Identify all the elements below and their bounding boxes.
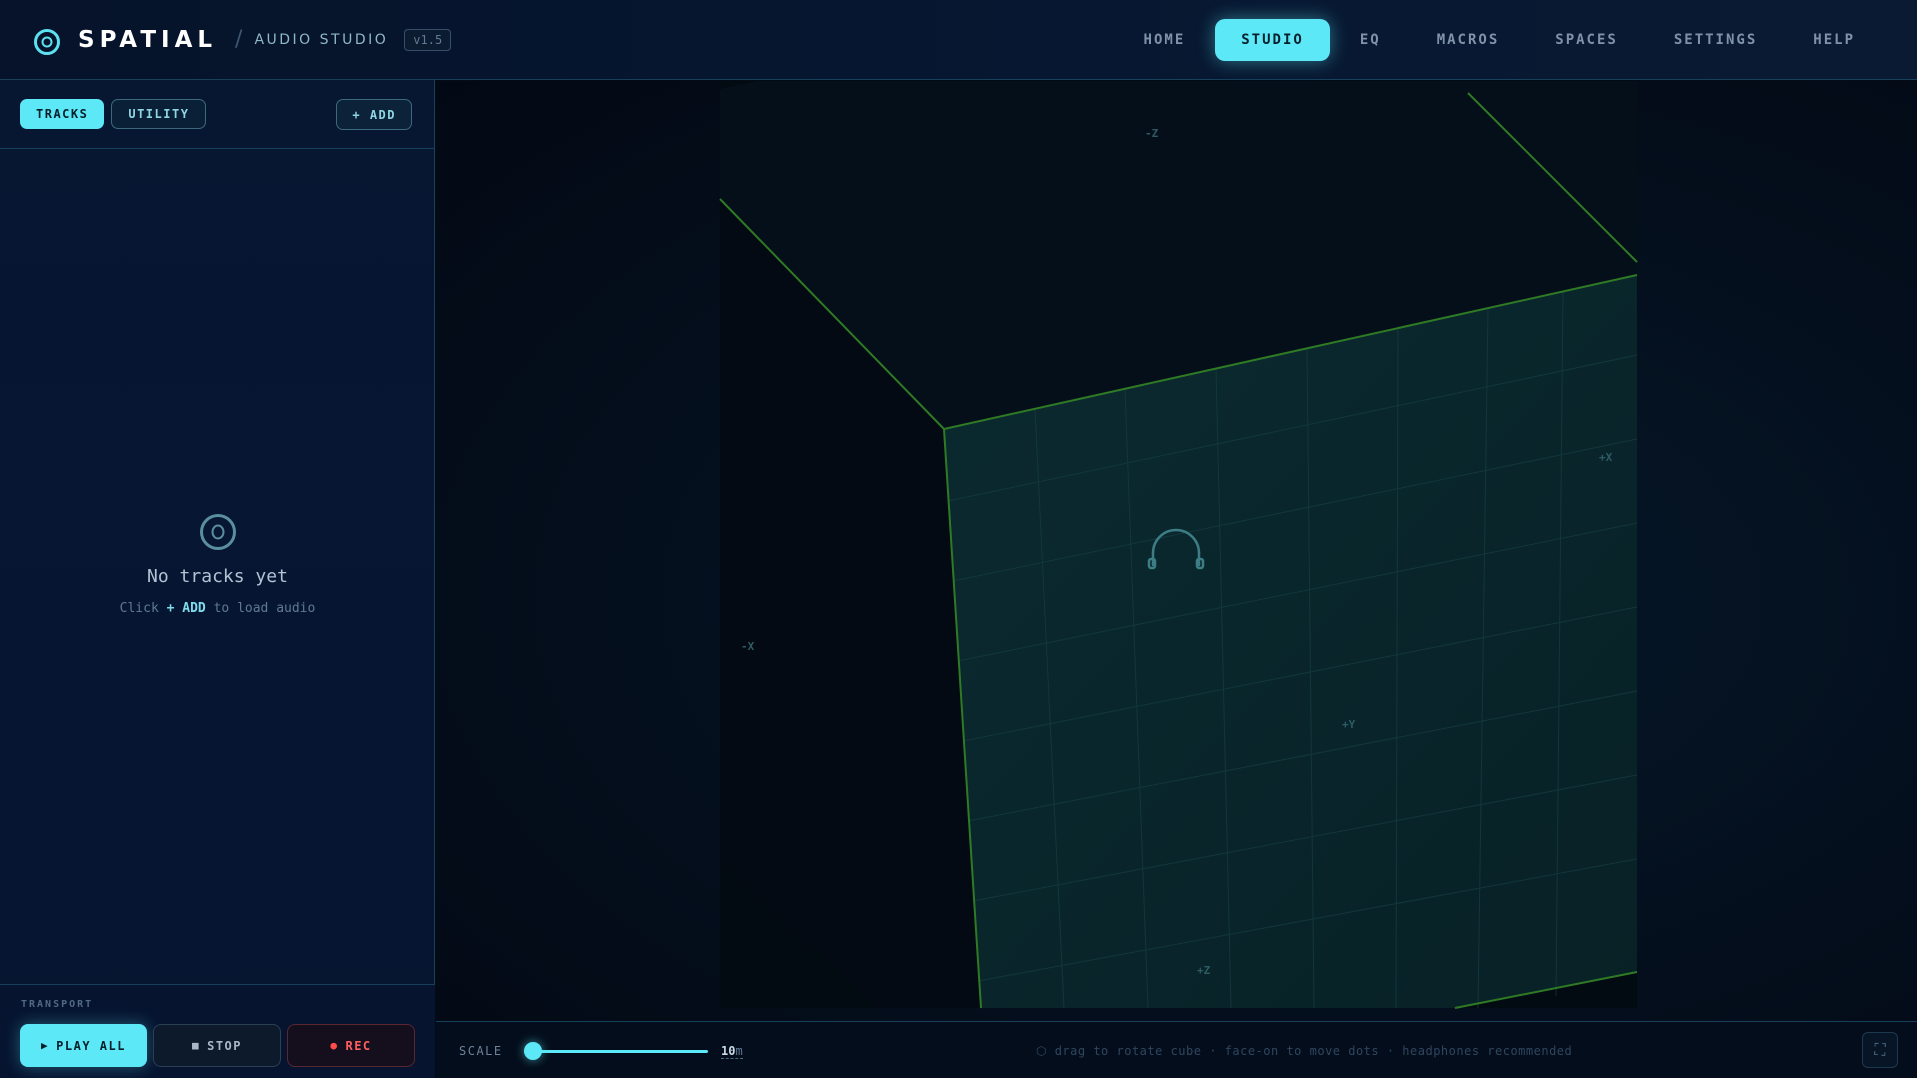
record-button[interactable]: ● REC (287, 1024, 415, 1067)
version-badge: v1.5 (404, 28, 452, 51)
tracks-sidebar: TRACKS UTILITY + ADD No tracks yet Click… (0, 80, 435, 1078)
empty-hint-action: + ADD (166, 601, 206, 616)
stop-icon: ■ (191, 1039, 201, 1052)
viewport-hint: ⬡ drag to rotate cube · face-on to move … (1036, 1044, 1573, 1058)
sidebar-tabs: TRACKS UTILITY + ADD (0, 80, 434, 149)
cube-canvas[interactable]: -Z -X +X +Y +Z (436, 81, 1917, 1021)
play-all-label: PLAY ALL (56, 1038, 126, 1053)
brand[interactable]: SPATIAL / AUDIO STUDIO v1.5 (34, 25, 452, 55)
nav-macros[interactable]: MACROS (1411, 19, 1526, 61)
spatial-viewport[interactable]: -Z -X +X +Y +Z (436, 81, 1917, 1021)
scale-value[interactable]: 10m (721, 1044, 743, 1059)
record-label: REC (345, 1038, 372, 1053)
nav-spaces[interactable]: SPACES (1529, 19, 1644, 61)
tab-tracks[interactable]: TRACKS (20, 99, 105, 129)
empty-hint-prefix: Click (119, 601, 159, 616)
nav-home[interactable]: HOME (1118, 19, 1212, 61)
play-icon: ▶ (41, 1039, 50, 1052)
nav-settings[interactable]: SETTINGS (1648, 19, 1783, 61)
stop-button[interactable]: ■ STOP (153, 1024, 281, 1067)
brand-subtitle: AUDIO STUDIO (254, 31, 389, 48)
target-icon (199, 514, 236, 550)
axis-label-neg-x: -X (741, 640, 755, 653)
tab-utility[interactable]: UTILITY (111, 99, 207, 129)
transport-panel: TRANSPORT ▶ PLAY ALL ■ STOP ● REC (0, 984, 435, 1078)
record-icon: ● (330, 1039, 339, 1052)
nav-studio[interactable]: STUDIO (1215, 19, 1330, 61)
top-header: SPATIAL / AUDIO STUDIO v1.5 HOME STUDIO … (0, 0, 1917, 80)
empty-hint-suffix: to load audio (213, 601, 316, 616)
scale-slider-track[interactable] (524, 1050, 708, 1053)
scale-label: SCALE (459, 1044, 503, 1058)
scale-slider-thumb[interactable] (524, 1042, 543, 1060)
nav-help[interactable]: HELP (1787, 19, 1881, 61)
stop-label: STOP (207, 1038, 243, 1053)
empty-tracks-state: No tracks yet Click + ADD to load audio (0, 514, 435, 616)
viewport-toolbar: SCALE 10m ⬡ drag to rotate cube · face-o… (436, 1021, 1917, 1078)
play-all-button[interactable]: ▶ PLAY ALL (20, 1024, 147, 1067)
brand-separator: / (235, 27, 243, 52)
axis-label-neg-z: -Z (1145, 127, 1159, 140)
axis-label-pos-y: +Y (1342, 718, 1356, 731)
scale-unit: m (735, 1044, 743, 1058)
empty-title: No tracks yet (147, 566, 288, 587)
main-nav: HOME STUDIO EQ MACROS SPACES SETTINGS HE… (1114, 19, 1881, 61)
axis-label-pos-x: +X (1599, 451, 1613, 464)
transport-label: TRANSPORT (21, 999, 94, 1010)
fullscreen-button[interactable]: ⛶ (1862, 1032, 1898, 1068)
axis-label-pos-z: +Z (1197, 964, 1211, 977)
brand-name: SPATIAL (78, 26, 218, 53)
add-track-button[interactable]: + ADD (336, 99, 412, 130)
nav-eq[interactable]: EQ (1334, 19, 1407, 61)
fullscreen-icon: ⛶ (1874, 1040, 1886, 1059)
empty-hint: Click + ADD to load audio (0, 601, 435, 616)
scale-number: 10 (721, 1044, 736, 1058)
target-icon (34, 28, 60, 55)
